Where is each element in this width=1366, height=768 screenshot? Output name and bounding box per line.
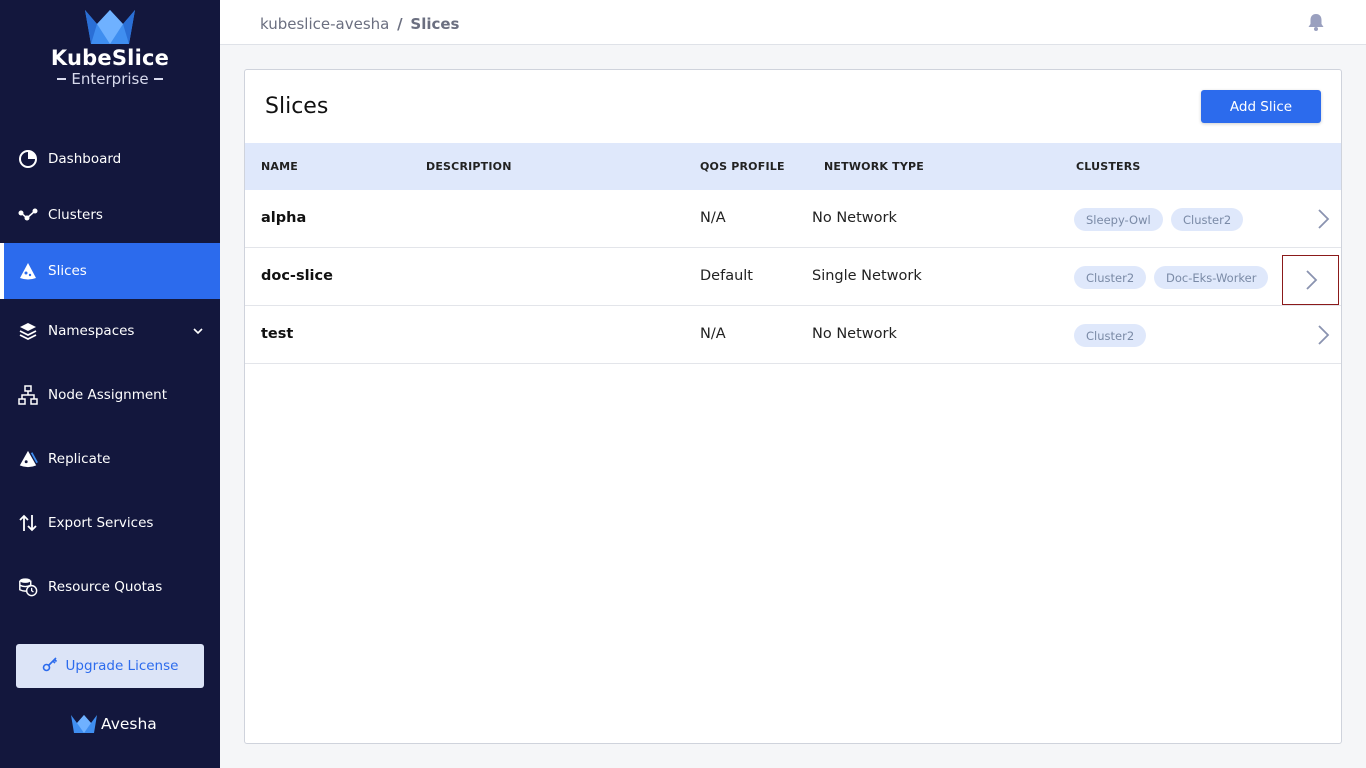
avesha-label: Avesha <box>101 715 157 733</box>
sidebar-item-clusters[interactable]: Clusters <box>0 187 220 243</box>
avesha-crown-icon <box>71 715 97 733</box>
table-row[interactable]: alpha N/A No Network Sleepy-Owl Cluster2 <box>245 190 1341 248</box>
slice-name: test <box>261 326 294 342</box>
database-clock-icon <box>18 577 38 597</box>
table-row[interactable]: test N/A No Network Cluster2 <box>245 306 1341 364</box>
breadcrumb-root[interactable]: kubeslice-avesha <box>260 15 389 33</box>
table-row[interactable]: doc-slice Default Single Network Cluster… <box>245 248 1341 306</box>
sidebar-item-namespaces[interactable]: Namespaces <box>0 303 220 359</box>
slice-icon <box>18 261 38 281</box>
brand-title: KubeSlice <box>50 46 170 70</box>
column-header-network-type: NETWORK TYPE <box>824 160 924 173</box>
crown-logo-icon <box>85 10 135 44</box>
slice-qos-profile: Default <box>700 268 753 284</box>
upgrade-license-button[interactable]: Upgrade License <box>16 644 204 688</box>
sidebar-item-resource-quotas[interactable]: Resource Quotas <box>0 559 220 615</box>
page-title: Slices <box>265 94 329 119</box>
column-header-name: NAME <box>261 160 298 173</box>
pie-chart-icon <box>18 149 38 169</box>
hierarchy-icon <box>18 385 38 405</box>
sidebar-item-node-assignment[interactable]: Node Assignment <box>0 367 220 423</box>
cluster-chip: Cluster2 <box>1074 324 1147 347</box>
slices-card: Slices Add Slice NAME DESCRIPTION QOS PR… <box>244 69 1342 744</box>
table-header: NAME DESCRIPTION QOS PROFILE NETWORK TYP… <box>245 143 1341 190</box>
cluster-chip: Sleepy-Owl <box>1074 208 1163 231</box>
column-header-clusters: CLUSTERS <box>1076 160 1141 173</box>
slice-network-type: No Network <box>812 326 897 342</box>
sidebar-item-label: Clusters <box>48 207 103 223</box>
sidebar-item-label: Export Services <box>48 515 154 531</box>
top-bar: kubeslice-avesha / Slices <box>220 0 1366 45</box>
slice-network-type: Single Network <box>812 268 922 284</box>
brand-subtitle: Enterprise <box>0 70 220 88</box>
sidebar-item-label: Dashboard <box>48 151 122 167</box>
breadcrumb-current: Slices <box>410 15 460 33</box>
sidebar-item-label: Replicate <box>48 451 111 467</box>
arrows-up-down-icon <box>18 513 38 533</box>
network-nodes-icon <box>18 205 38 225</box>
kubeslice-logo[interactable]: KubeSlice Enterprise <box>0 8 220 88</box>
sidebar: KubeSlice Enterprise Dashboard Clusters … <box>0 0 220 768</box>
add-slice-button[interactable]: Add Slice <box>1201 90 1321 123</box>
slice-qos-profile: N/A <box>700 210 726 226</box>
sidebar-item-label: Namespaces <box>48 323 135 339</box>
cluster-chip: Cluster2 <box>1171 208 1244 231</box>
bell-icon[interactable] <box>1306 12 1326 36</box>
cluster-chip: Doc-Eks-Worker <box>1154 266 1269 289</box>
column-header-description: DESCRIPTION <box>426 160 512 173</box>
sidebar-item-label: Resource Quotas <box>48 579 163 595</box>
cluster-chip: Cluster2 <box>1074 266 1147 289</box>
sidebar-item-label: Node Assignment <box>48 387 168 403</box>
avesha-logo: Avesha <box>70 714 157 734</box>
slice-name: doc-slice <box>261 268 333 284</box>
breadcrumb: kubeslice-avesha / Slices <box>260 15 459 33</box>
sidebar-item-dashboard[interactable]: Dashboard <box>0 131 220 187</box>
chevron-right-icon[interactable] <box>1282 255 1339 305</box>
chevron-right-icon[interactable] <box>1311 320 1335 350</box>
upgrade-license-label: Upgrade License <box>65 658 179 674</box>
chevron-down-icon[interactable] <box>192 325 204 341</box>
sidebar-item-replicate[interactable]: Replicate <box>0 431 220 487</box>
slice-name: alpha <box>261 210 307 226</box>
breadcrumb-separator: / <box>397 15 403 33</box>
layers-icon <box>18 321 38 341</box>
sidebar-item-export-services[interactable]: Export Services <box>0 495 220 551</box>
key-icon <box>42 656 58 676</box>
replicate-icon <box>18 449 38 469</box>
chevron-right-icon[interactable] <box>1311 204 1335 234</box>
sidebar-item-slices[interactable]: Slices <box>0 243 220 299</box>
slice-network-type: No Network <box>812 210 897 226</box>
sidebar-item-label: Slices <box>48 263 87 279</box>
slice-qos-profile: N/A <box>700 326 726 342</box>
column-header-qos-profile: QOS PROFILE <box>700 160 785 173</box>
